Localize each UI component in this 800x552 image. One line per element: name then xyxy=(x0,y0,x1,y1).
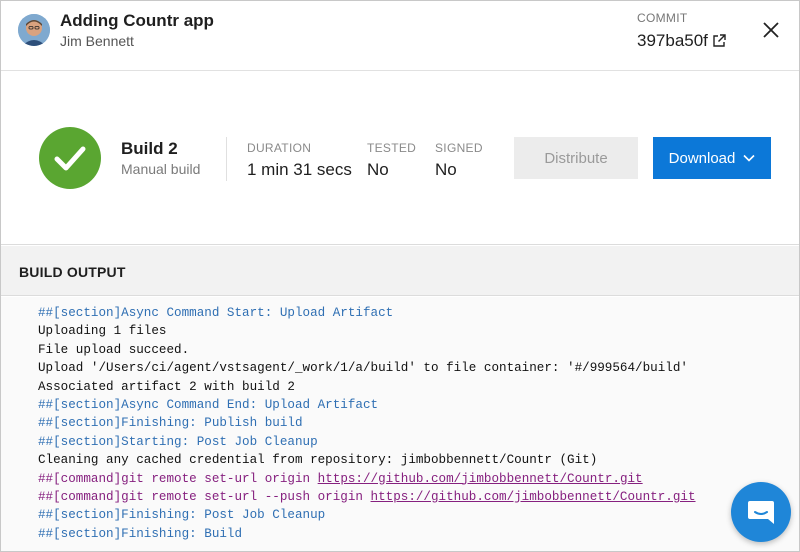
duration-value: 1 min 31 secs xyxy=(247,160,352,179)
log-text: Uploading 1 files xyxy=(38,324,167,339)
log-text: ##[command]git remote set-url origin xyxy=(38,471,318,486)
log-text: Upload '/Users/ci/agent/vstsagent/_work/… xyxy=(38,361,688,376)
log-line: ##[command]git remote set-url --push ori… xyxy=(38,488,799,506)
build-log[interactable]: ##[section]Async Command Start: Upload A… xyxy=(1,297,799,551)
close-icon[interactable] xyxy=(759,18,783,42)
commit-link[interactable]: 397ba50f xyxy=(637,31,727,51)
external-link-icon[interactable] xyxy=(711,33,727,49)
chat-button[interactable] xyxy=(731,482,791,542)
log-text: ##[section]Finishing: Publish build xyxy=(38,416,303,431)
tested-label: TESTED xyxy=(367,141,417,155)
download-button[interactable]: Download xyxy=(653,137,771,179)
log-text: Associated artifact 2 with build 2 xyxy=(38,379,295,394)
log-text: ##[section]Async Command End: Upload Art… xyxy=(38,397,379,412)
log-line: File upload succeed. xyxy=(38,341,799,359)
signed-value: No xyxy=(435,160,457,179)
log-line: Associated artifact 2 with build 2 xyxy=(38,378,799,396)
app-title: Adding Countr app xyxy=(60,11,214,30)
chat-icon[interactable] xyxy=(746,498,776,526)
log-line: ##[section]Starting: Post Job Cleanup xyxy=(38,433,799,451)
log-line: ##[section]Async Command End: Upload Art… xyxy=(38,396,799,414)
log-line: ##[section]Finishing: Post Job Cleanup xyxy=(38,506,799,524)
checkmark-icon xyxy=(54,146,86,171)
log-line: ##[command]git remote set-url origin htt… xyxy=(38,470,799,488)
tested-value: No xyxy=(367,160,389,179)
signed-label: SIGNED xyxy=(435,141,483,155)
chevron-down-icon xyxy=(743,154,755,162)
build-output-header: BUILD OUTPUT xyxy=(1,246,799,296)
log-text: ##[section]Finishing: Build xyxy=(38,526,243,541)
log-line: Upload '/Users/ci/agent/vstsagent/_work/… xyxy=(38,359,799,377)
log-text: Cleaning any cached credential from repo… xyxy=(38,453,598,468)
repo-link[interactable]: https://github.com/jimbobbennett/Countr.… xyxy=(318,472,643,486)
log-line: ##[section]Finishing: Publish build xyxy=(38,414,799,432)
build-name: Build 2 xyxy=(121,139,178,158)
author-name: Jim Bennett xyxy=(60,33,134,49)
close-button[interactable] xyxy=(759,18,783,42)
repo-link[interactable]: https://github.com/jimbobbennett/Countr.… xyxy=(371,490,696,504)
log-text: File upload succeed. xyxy=(38,342,190,357)
build-output-title: BUILD OUTPUT xyxy=(19,264,126,280)
log-line: Uploading 1 files xyxy=(38,322,799,340)
build-status-success xyxy=(39,127,101,189)
divider xyxy=(226,137,227,181)
duration-label: DURATION xyxy=(247,141,312,155)
log-text: ##[section]Starting: Post Job Cleanup xyxy=(38,434,318,449)
log-line: ##[section]Finishing: Build xyxy=(38,525,799,543)
build-type: Manual build xyxy=(121,161,201,177)
header: Adding Countr app Jim Bennett COMMIT 397… xyxy=(1,1,799,71)
distribute-button[interactable]: Distribute xyxy=(514,137,638,179)
log-line: ##[section]Async Command Start: Upload A… xyxy=(38,304,799,322)
log-text: ##[section]Finishing: Post Job Cleanup xyxy=(38,508,326,523)
avatar xyxy=(18,14,50,46)
log-text: ##[section]Async Command Start: Upload A… xyxy=(38,306,394,320)
build-details-panel: Adding Countr app Jim Bennett COMMIT 397… xyxy=(0,0,800,552)
commit-hash[interactable]: 397ba50f xyxy=(637,31,708,51)
build-summary: Build 2 Manual build DURATION 1 min 31 s… xyxy=(1,71,799,245)
commit-label: COMMIT xyxy=(637,11,688,25)
log-text: ##[command]git remote set-url --push ori… xyxy=(38,489,371,504)
download-label: Download xyxy=(668,149,736,167)
log-line: Cleaning any cached credential from repo… xyxy=(38,451,799,469)
distribute-label: Distribute xyxy=(544,149,608,167)
